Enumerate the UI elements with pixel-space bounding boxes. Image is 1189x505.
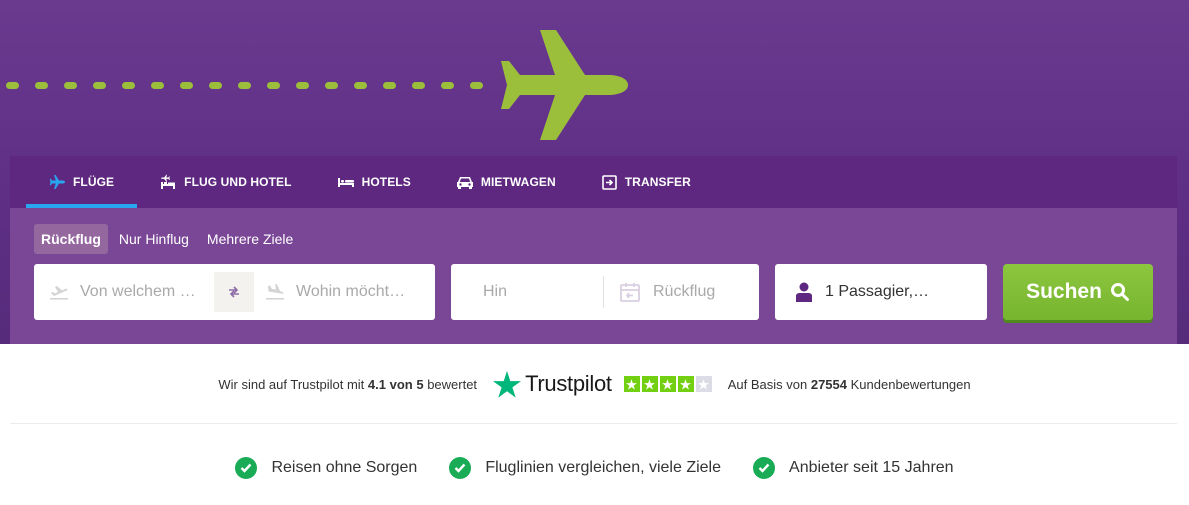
usp-label: Reisen ohne Sorgen	[271, 459, 418, 476]
passenger-selector[interactable]: 1 Passagier,…	[775, 264, 929, 320]
tab-label: TRANSFER	[624, 175, 691, 189]
passengers-field[interactable]: 1 Passagier,…	[775, 264, 987, 320]
landing-icon	[266, 284, 284, 300]
swap-icon	[229, 286, 239, 298]
trustpilot-suffix: bewertet	[427, 376, 478, 392]
origin-field[interactable]	[34, 264, 214, 320]
product-tabs: FLÜGE FLUG UND HOTEL HOTELS MIETWAGEN TR…	[10, 156, 1177, 208]
trustpilot-logo[interactable]: Trustpilot	[493, 370, 612, 398]
passengers-value: 1 Passagier,…	[825, 283, 930, 300]
reviews-count: 27554	[810, 376, 847, 392]
check-icon	[235, 457, 258, 479]
trip-type-return[interactable]: Rückflug	[34, 224, 108, 254]
person-icon	[796, 282, 812, 302]
search-button[interactable]: Suchen	[1003, 264, 1153, 320]
destination-field[interactable]	[254, 264, 416, 320]
date-fields	[451, 264, 773, 320]
star-empty-icon	[695, 376, 712, 392]
calendar-return-icon	[620, 283, 640, 302]
return-date-field[interactable]	[604, 264, 773, 320]
tab-transfer[interactable]: TRANSFER	[579, 156, 714, 208]
usp-label: Fluglinien vergleichen, viele Ziele	[485, 459, 722, 476]
divider	[10, 423, 1177, 424]
tab-label: FLÜGE	[73, 175, 115, 189]
bed-icon	[337, 178, 354, 187]
reviews-prefix: Auf Basis von	[727, 376, 808, 392]
trustpilot-bar: Wir sind auf Trustpilot mit 4.1 von 5 be…	[0, 366, 1189, 402]
return-date-input[interactable]	[653, 283, 773, 301]
trip-type-selector: Rückflug Nur Hinflug Mehrere Ziele	[34, 224, 300, 254]
tab-flight-hotel[interactable]: FLUG UND HOTEL	[137, 156, 314, 208]
tab-flights[interactable]: FLÜGE	[26, 156, 138, 208]
trustpilot-stars	[623, 376, 712, 392]
usp-label: Anbieter seit 15 Jahren	[789, 459, 954, 476]
trustpilot-prefix: Wir sind auf Trustpilot mit	[218, 376, 365, 392]
tab-hotels[interactable]: HOTELS	[315, 156, 434, 208]
trustpilot-brand: Trustpilot	[525, 371, 612, 396]
usp-item: Reisen ohne Sorgen	[235, 457, 417, 479]
departure-date-input[interactable]	[483, 283, 603, 301]
flight-hotel-icon	[161, 174, 176, 189]
search-icon	[1110, 283, 1129, 301]
star-filled-icon	[623, 376, 640, 392]
check-icon	[753, 457, 776, 479]
check-icon	[449, 457, 472, 479]
origin-input[interactable]	[80, 283, 200, 301]
tab-label: MIETWAGEN	[480, 175, 556, 189]
trip-type-multi-city[interactable]: Mehrere Ziele	[200, 224, 300, 254]
transfer-icon	[601, 174, 617, 190]
tab-rental-cars[interactable]: MIETWAGEN	[434, 156, 579, 208]
car-icon	[456, 176, 473, 189]
takeoff-icon	[50, 286, 68, 300]
trustpilot-rating: 4.1 von 5	[367, 376, 424, 392]
trustpilot-star-icon	[493, 370, 522, 398]
flight-search-panel: Rückflug Nur Hinflug Mehrere Ziele 1 Pas	[10, 208, 1177, 344]
route-fields	[34, 264, 435, 320]
usp-item: Anbieter seit 15 Jahren	[753, 457, 954, 479]
tab-label: HOTELS	[361, 175, 411, 189]
star-filled-icon	[641, 376, 658, 392]
star-filled-icon	[677, 376, 694, 392]
destination-input[interactable]	[296, 283, 416, 301]
swap-route-button[interactable]	[214, 272, 254, 312]
usp-list: Reisen ohne Sorgen Fluglinien vergleiche…	[0, 454, 1189, 482]
reviews-suffix: Kundenbewertungen	[850, 376, 971, 392]
trip-type-one-way[interactable]: Nur Hinflug	[112, 224, 196, 254]
usp-item: Fluglinien vergleichen, viele Ziele	[449, 457, 721, 479]
search-button-label: Suchen	[1026, 280, 1102, 303]
plane-illustration	[6, 30, 628, 140]
plane-icon	[49, 175, 65, 189]
tab-label: FLUG UND HOTEL	[184, 175, 292, 189]
star-filled-icon	[659, 376, 676, 392]
departure-date-field[interactable]	[451, 276, 604, 308]
